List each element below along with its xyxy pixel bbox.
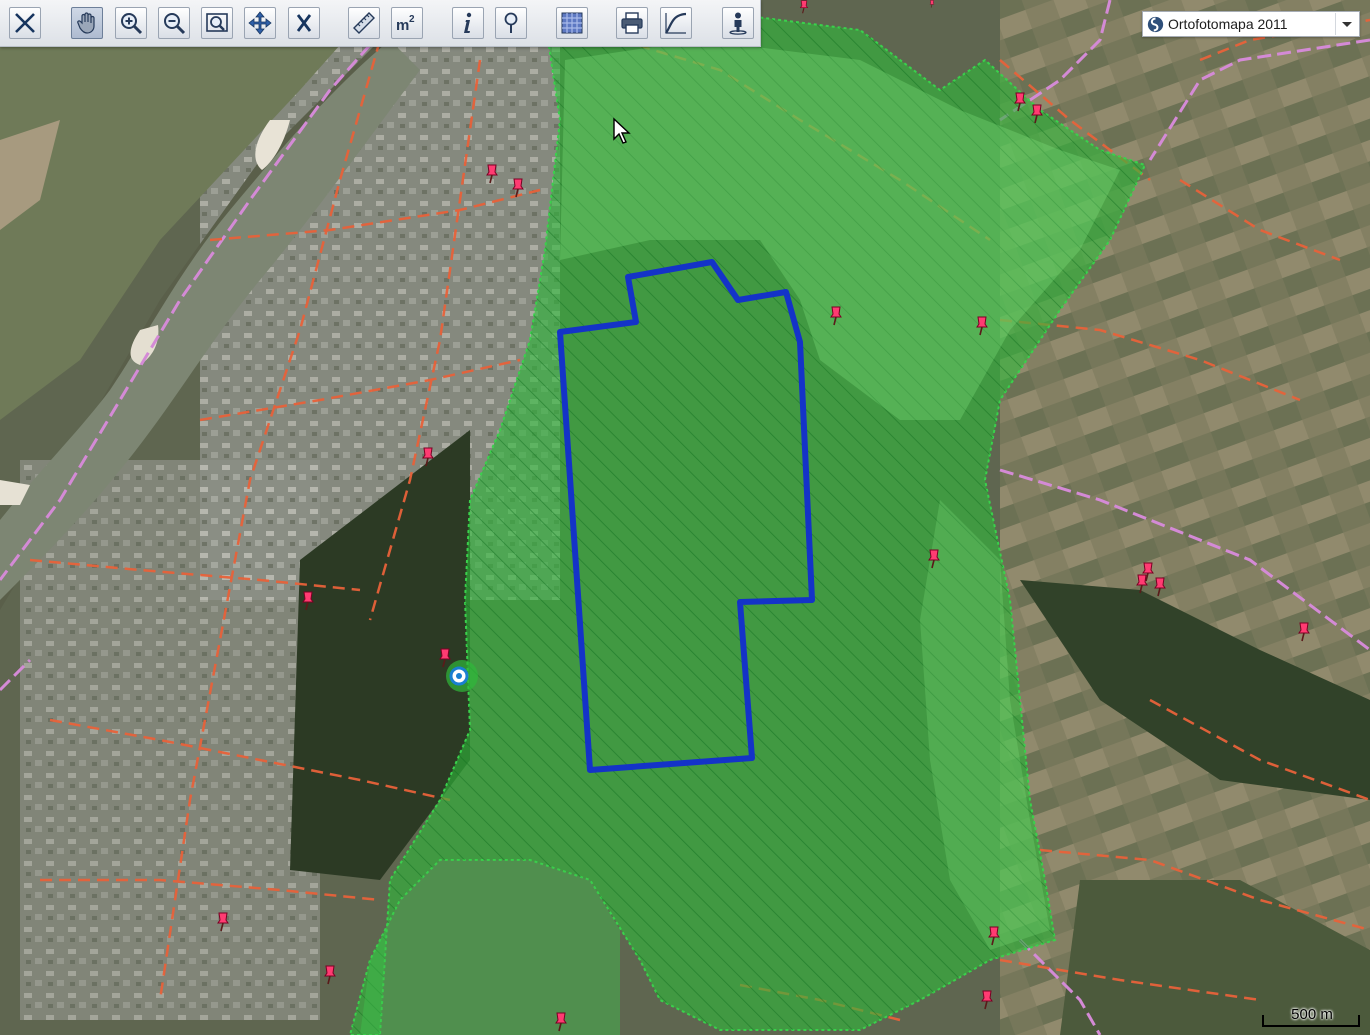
identify-tool-button[interactable] [495,7,527,39]
close-x-icon [15,13,35,33]
current-location-icon[interactable] [449,666,469,686]
zoom-box-icon [206,13,228,32]
close-tool-button[interactable] [9,7,41,39]
street-view-tool-button[interactable] [722,7,754,39]
basemap-select-value: Ortofotomapa 2011 [1168,16,1288,32]
swirl-logo-icon [1147,16,1164,33]
layers-tool-button[interactable] [556,7,588,39]
zoom-out-icon [164,13,186,35]
info-tool-button[interactable] [452,7,484,39]
chevron-down-icon [1335,13,1352,35]
ruler-icon [353,12,375,34]
measure-distance-tool-button[interactable] [348,7,380,39]
hand-icon [77,12,95,34]
print-tool-button[interactable] [616,7,648,39]
scale-bar-label: 500 m [1291,1006,1333,1023]
move-arrows-icon [248,11,272,35]
info-icon [464,12,472,33]
pin-search-icon [504,12,518,33]
printer-icon [621,12,643,34]
zoom-out-tool-button[interactable] [158,7,190,39]
map-toolbar: m 2 [0,0,761,47]
map-canvas[interactable] [0,0,1370,1035]
svg-text:m: m [396,17,409,34]
full-extent-tool-button[interactable] [244,7,276,39]
clear-x-icon [296,14,312,32]
area-m2-icon: m 2 [396,14,415,34]
person-icon [729,12,747,35]
pan-tool-button[interactable] [71,7,103,39]
svg-text:2: 2 [409,14,415,25]
zoom-in-icon [121,13,143,35]
profile-curve-icon [665,12,687,34]
measure-area-tool-button[interactable]: m 2 [391,7,423,39]
zoom-in-tool-button[interactable] [115,7,147,39]
basemap-select[interactable]: Ortofotomapa 2011 [1142,11,1360,37]
zoom-window-tool-button[interactable] [201,7,233,39]
clear-tool-button[interactable] [288,7,320,39]
profile-tool-button[interactable] [660,7,692,39]
grid-layers-icon [561,12,583,34]
scale-bar: 500 m [1258,1003,1366,1029]
